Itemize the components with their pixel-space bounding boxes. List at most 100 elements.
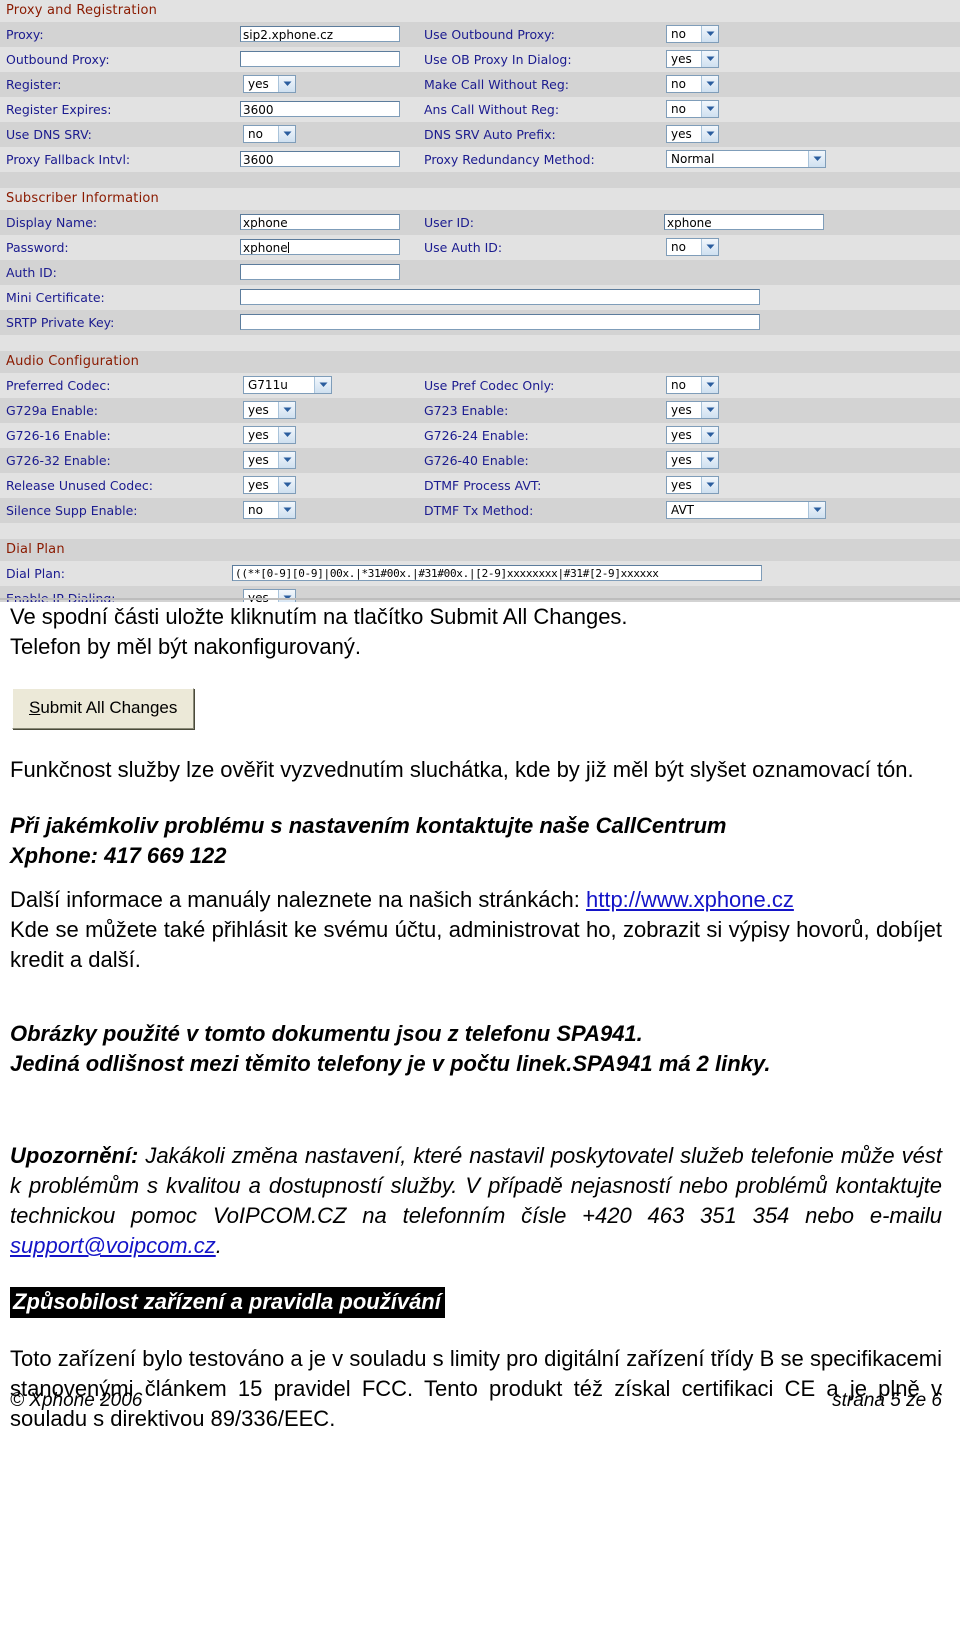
field-dtmf-tx-method[interactable]: AVT (666, 501, 826, 519)
field-g723-enable[interactable]: yes (666, 401, 719, 419)
field-silence-supp-enable[interactable]: no (243, 501, 296, 519)
intro-line-1: Ve spodní části uložte kliknutím na tlač… (10, 604, 628, 629)
field-register[interactable]: yes (243, 75, 296, 93)
select-value: yes (248, 403, 269, 417)
field-use-auth-id[interactable]: no (666, 238, 719, 256)
chevron-down-icon (278, 427, 295, 443)
warning-label: Upozornění: (10, 1143, 139, 1168)
select-value: yes (248, 478, 269, 492)
field-mini-certificate[interactable] (240, 289, 760, 305)
select-value: no (671, 378, 686, 392)
screenshot-bottom-border (0, 598, 960, 600)
select-value: no (671, 102, 686, 116)
more-info-prefix: Další informace a manuály naleznete na n… (10, 887, 586, 912)
label-silence-supp-enable: Silence Supp Enable: (6, 503, 138, 518)
chevron-down-icon (701, 402, 718, 418)
field-ans-call-without-reg[interactable]: no (666, 100, 719, 118)
field-display-name[interactable]: xphone (240, 214, 400, 230)
chevron-down-icon (701, 239, 718, 255)
label-g729a-enable: G729a Enable: (6, 403, 98, 418)
section-title-audio-configuration: Audio Configuration (6, 354, 140, 369)
select-value: yes (671, 453, 692, 467)
label-display-name: Display Name: (6, 215, 98, 230)
chevron-down-icon (278, 76, 295, 92)
chevron-down-icon (701, 76, 718, 92)
config-row-band (0, 172, 960, 188)
select-value: yes (248, 77, 269, 91)
verify-paragraph: Funkčnost služby lze ověřit vyzvednutím … (10, 757, 914, 782)
field-register-expires[interactable]: 3600 (240, 101, 400, 117)
support-email-link[interactable]: support@voipcom.cz (10, 1233, 216, 1258)
chevron-down-icon (278, 502, 295, 518)
label-make-call-without-reg: Make Call Without Reg: (424, 77, 569, 92)
label-register: Register: (6, 77, 62, 92)
label-register-expires: Register Expires: (6, 102, 112, 117)
footer-copyright: © Xphone 2006 (10, 1390, 143, 1411)
chevron-down-icon (278, 590, 295, 602)
chevron-down-icon (701, 477, 718, 493)
callcentrum-line-1: Při jakémkoliv problému s nastavením kon… (10, 813, 727, 838)
compliance-heading: Způsobilost zařízení a pravidla používán… (10, 1287, 445, 1318)
config-row-band (0, 523, 960, 539)
submit-label-rest: ubmit All Changes (40, 698, 178, 717)
field-dns-srv-auto-prefix[interactable]: yes (666, 125, 719, 143)
label-srtp-private-key: SRTP Private Key: (6, 315, 115, 330)
label-g726-32-enable: G726-32 Enable: (6, 453, 111, 468)
field-auth-id[interactable] (240, 264, 400, 280)
field-preferred-codec[interactable]: G711u (243, 376, 332, 394)
chevron-down-icon (701, 452, 718, 468)
select-value: yes (671, 428, 692, 442)
select-value: no (671, 27, 686, 41)
field-use-ob-proxy-in-dialog[interactable]: yes (666, 50, 719, 68)
field-srtp-private-key[interactable] (240, 314, 760, 330)
label-dns-srv-auto-prefix: DNS SRV Auto Prefix: (424, 127, 556, 142)
submit-all-changes-button[interactable]: Submit All Changes (12, 688, 195, 729)
more-info-body: Kde se můžete také přihlásit ke svému úč… (10, 917, 942, 972)
label-release-unused-codec: Release Unused Codec: (6, 478, 154, 493)
section-title-dial-plan: Dial Plan (6, 542, 65, 557)
select-value: yes (671, 127, 692, 141)
select-value: Normal (671, 152, 715, 166)
field-g729a-enable[interactable]: yes (243, 401, 296, 419)
label-preferred-codec: Preferred Codec: (6, 378, 111, 393)
field-enable-ip-dialing[interactable]: yes (243, 589, 296, 602)
field-proxy-redundancy-method[interactable]: Normal (666, 150, 826, 168)
config-row-band (0, 335, 960, 351)
document-body: Ve spodní části uložte kliknutím na tlač… (0, 602, 960, 1434)
field-use-pref-codec-only[interactable]: no (666, 376, 719, 394)
select-value: no (248, 127, 263, 141)
field-password[interactable]: xphone (240, 239, 400, 255)
field-proxy[interactable]: sip2.xphone.cz (240, 26, 400, 42)
label-auth-id: Auth ID: (6, 265, 57, 280)
field-g726-24-enable[interactable]: yes (666, 426, 719, 444)
warning-body-a: Jakákoli změna nastavení, které nastavil… (10, 1143, 942, 1228)
label-dtmf-tx-method: DTMF Tx Method: (424, 503, 534, 518)
field-g726-32-enable[interactable]: yes (243, 451, 296, 469)
label-password: Password: (6, 240, 69, 255)
images-note: Obrázky použité v tomto dokumentu jsou z… (10, 1019, 942, 1079)
field-proxy-fallback-intvl[interactable]: 3600 (240, 151, 400, 167)
field-g726-16-enable[interactable]: yes (243, 426, 296, 444)
field-make-call-without-reg[interactable]: no (666, 75, 719, 93)
select-value: G711u (248, 378, 288, 392)
field-use-outbound-proxy[interactable]: no (666, 25, 719, 43)
field-dtmf-process-avt[interactable]: yes (666, 476, 719, 494)
field-outbound-proxy[interactable] (240, 51, 400, 67)
label-dial-plan: Dial Plan: (6, 566, 66, 581)
field-dial-plan[interactable]: ((**[0-9][0-9]|00x.|*31#00x.|#31#00x.|[2… (232, 565, 762, 581)
warning-body-b: . (215, 1233, 222, 1258)
router-config-screenshot: Proxy and Registration Proxy: Use Outbound… (0, 0, 960, 602)
intro-paragraph: Ve spodní části uložte kliknutím na tlač… (10, 602, 942, 662)
field-use-dns-srv[interactable]: no (243, 125, 296, 143)
field-release-unused-codec[interactable]: yes (243, 476, 296, 494)
xphone-website-link[interactable]: http://www.xphone.cz (586, 887, 794, 912)
label-g726-16-enable: G726-16 Enable: (6, 428, 111, 443)
images-note-line-2: Jediná odlišnost mezi těmito telefony je… (10, 1051, 771, 1076)
label-outbound-proxy: Outbound Proxy: (6, 52, 110, 67)
label-enable-ip-dialing: Enable IP Dialing: (6, 591, 116, 602)
select-value: no (671, 240, 686, 254)
label-use-auth-id: Use Auth ID: (424, 240, 503, 255)
field-g726-40-enable[interactable]: yes (666, 451, 719, 469)
chevron-down-icon (278, 402, 295, 418)
field-user-id[interactable]: xphone (664, 214, 824, 230)
